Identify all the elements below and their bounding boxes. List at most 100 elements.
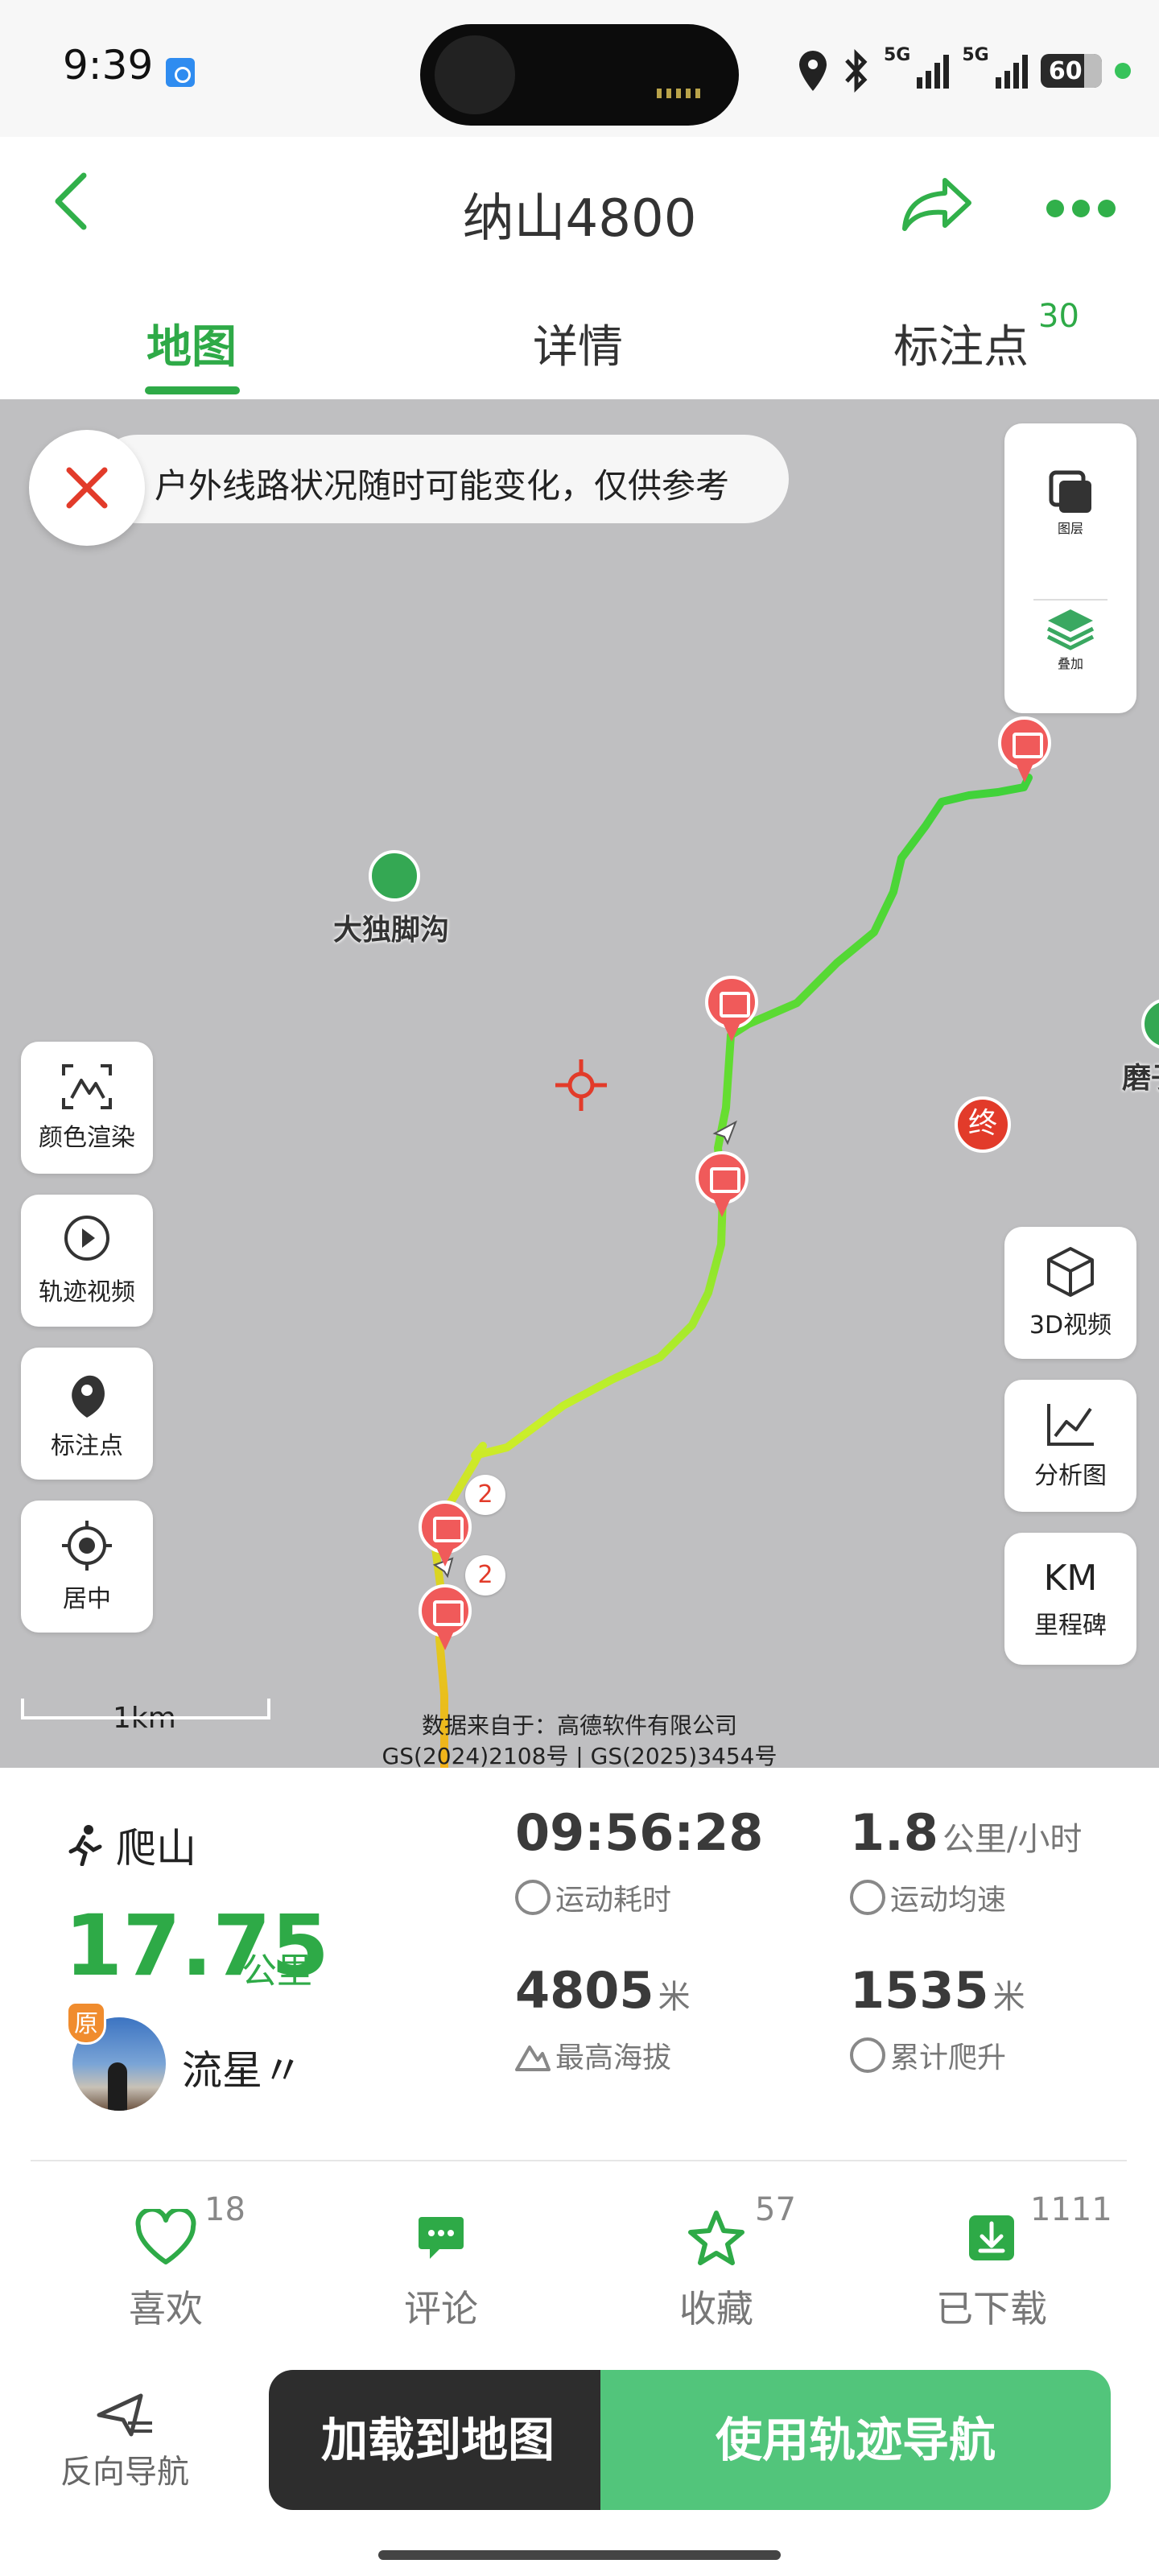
status-bar: 9:39 5G 5G 60 bbox=[0, 0, 1159, 137]
tab-waypoints[interactable]: 标注点 bbox=[893, 311, 1029, 376]
center-button[interactable]: 居中 bbox=[21, 1501, 153, 1633]
km-icon: KM bbox=[1043, 1557, 1098, 1599]
load-to-map-button[interactable]: 加载到地图 bbox=[269, 2370, 607, 2510]
waypoints-button[interactable]: 标注点 bbox=[21, 1348, 153, 1480]
tab-bar: 地图 详情 标注点 30 bbox=[0, 266, 1159, 399]
overlay-label: 叠加 bbox=[1057, 656, 1083, 671]
duration-label: 运动耗时 bbox=[555, 1884, 672, 1917]
close-icon bbox=[66, 467, 108, 509]
signal-icon bbox=[917, 53, 950, 89]
stats-divider bbox=[31, 2160, 1127, 2161]
waypoints-count-badge: 30 bbox=[1038, 298, 1079, 335]
like-count: 18 bbox=[204, 2191, 245, 2228]
layer-panel: 图层 叠加 bbox=[1004, 423, 1136, 713]
altitude-icon bbox=[515, 2046, 551, 2071]
track-video-button[interactable]: 轨迹视频 bbox=[21, 1195, 153, 1327]
max-altitude-unit: 米 bbox=[658, 1979, 691, 2016]
sport-type-label: 爬山 bbox=[116, 1825, 196, 1872]
climb-icon bbox=[850, 2037, 885, 2073]
stat-total-climb: 1535 米 累计爬升 bbox=[850, 1961, 1025, 2076]
reverse-nav-button[interactable]: 反向导航 bbox=[48, 2391, 201, 2492]
reverse-nav-label: 反向导航 bbox=[60, 2454, 189, 2491]
milestone-label: 里程碑 bbox=[1034, 1611, 1107, 1640]
color-render-button[interactable]: 颜色渲染 bbox=[21, 1042, 153, 1174]
poi-label-dadujiaogou[interactable]: 大独脚沟 bbox=[333, 906, 449, 948]
scale-bar bbox=[21, 1699, 270, 1719]
battery-icon: 60 bbox=[1040, 54, 1102, 88]
comment-label: 评论 bbox=[404, 2287, 478, 2330]
photo-pin[interactable] bbox=[419, 1501, 472, 1570]
notice-text: 户外线路状况随时可能变化，仅供参考 bbox=[155, 466, 730, 506]
nfc-icon bbox=[166, 58, 195, 87]
bluetooth-icon bbox=[845, 49, 868, 93]
download-button[interactable]: 1111 已下载 bbox=[927, 2191, 1112, 2333]
total-climb-label: 累计爬升 bbox=[890, 2041, 1007, 2074]
pin-count-badge: 2 bbox=[465, 1475, 505, 1515]
header: 纳山4800 bbox=[0, 137, 1159, 258]
heart-icon bbox=[135, 2209, 196, 2264]
notice-close-button[interactable] bbox=[29, 430, 145, 546]
milestone-button[interactable]: KM 里程碑 bbox=[1004, 1533, 1136, 1665]
like-button[interactable]: 18 喜欢 bbox=[101, 2191, 245, 2333]
3d-video-button[interactable]: 3D视频 bbox=[1004, 1227, 1136, 1359]
download-count: 1111 bbox=[1030, 2191, 1112, 2228]
media-thumbnail bbox=[435, 35, 515, 114]
favorite-button[interactable]: 57 收藏 bbox=[652, 2191, 796, 2333]
comment-icon bbox=[419, 2217, 464, 2259]
stat-max-altitude: 4805 米 最高海拔 bbox=[515, 1961, 691, 2076]
sport-type: 爬山 bbox=[66, 1816, 196, 1874]
end-marker[interactable]: 终 bbox=[955, 1096, 1011, 1153]
author-name[interactable]: 流星〃 bbox=[182, 2038, 303, 2096]
download-icon bbox=[969, 2215, 1014, 2260]
track-stats: 爬山 17.75 公里 原 流星〃 09:56:28 运动耗时 1.8 公里/小… bbox=[0, 1768, 1159, 2170]
analysis-button[interactable]: 分析图 bbox=[1004, 1380, 1136, 1512]
more-icon[interactable] bbox=[1046, 200, 1116, 219]
track-navigation-button[interactable]: 使用轨迹导航 bbox=[600, 2370, 1111, 2510]
page-title: 纳山4800 bbox=[462, 189, 697, 249]
photo-pin[interactable] bbox=[419, 1584, 472, 1653]
share-icon[interactable] bbox=[900, 175, 974, 233]
cube-icon bbox=[1047, 1247, 1094, 1297]
max-altitude-label: 最高海拔 bbox=[555, 2041, 672, 2074]
mountain-poi-icon[interactable] bbox=[369, 850, 420, 902]
stopwatch-icon bbox=[515, 1880, 551, 1915]
status-time: 9:39 bbox=[63, 42, 154, 89]
status-icons: 5G 5G 60 bbox=[797, 45, 1131, 97]
tab-active-indicator bbox=[145, 386, 240, 394]
overlay-stack-icon bbox=[1046, 609, 1095, 650]
poi-label-mozi[interactable]: 磨子 bbox=[1122, 1055, 1159, 1096]
tab-map[interactable]: 地图 bbox=[146, 311, 237, 376]
total-climb-unit: 米 bbox=[992, 1979, 1025, 2016]
favorite-label: 收藏 bbox=[679, 2287, 753, 2330]
pin-count-badge: 2 bbox=[465, 1555, 505, 1596]
tab-details[interactable]: 详情 bbox=[533, 311, 623, 376]
track-video-label: 轨迹视频 bbox=[39, 1278, 135, 1307]
speed-icon bbox=[850, 1880, 885, 1915]
favorite-count: 57 bbox=[755, 2191, 796, 2228]
map-license: GS(2024)2108号 | GS(2025)3454号 bbox=[382, 1743, 777, 1768]
photo-pin[interactable] bbox=[998, 716, 1051, 786]
stat-avg-speed: 1.8 公里/小时 运动均速 bbox=[850, 1803, 1082, 1918]
map-view[interactable]: 户外线路状况随时可能变化，仅供参考 图层 叠加 大独脚沟 磨子 终 2 2 颜色… bbox=[0, 399, 1159, 1768]
battery-level: 60 bbox=[1048, 56, 1083, 85]
network-type-2: 5G bbox=[962, 45, 989, 65]
crosshair-icon bbox=[555, 1059, 607, 1111]
waypoints-button-label: 标注点 bbox=[51, 1432, 123, 1460]
track-video-icon bbox=[64, 1216, 109, 1261]
stat-duration: 09:56:28 运动耗时 bbox=[515, 1803, 763, 1918]
layers-button[interactable]: 图层 bbox=[1004, 435, 1136, 572]
photo-pin[interactable] bbox=[705, 976, 758, 1045]
social-actions: 18 喜欢 评论 57 收藏 1111 已下载 bbox=[0, 2174, 1159, 2351]
photo-pin[interactable] bbox=[695, 1151, 749, 1220]
avg-speed-unit: 公里/小时 bbox=[942, 1821, 1083, 1858]
comment-button[interactable]: 评论 bbox=[377, 2206, 505, 2333]
avg-speed-label: 运动均速 bbox=[890, 1884, 1007, 1917]
duration-value: 09:56:28 bbox=[515, 1803, 764, 1862]
center-label: 居中 bbox=[63, 1585, 111, 1613]
track-route bbox=[431, 774, 1033, 1768]
original-badge: 原 bbox=[66, 2001, 106, 2045]
network-type-1: 5G bbox=[884, 45, 911, 65]
overlay-button[interactable]: 叠加 bbox=[1004, 570, 1136, 707]
color-render-icon bbox=[62, 1064, 112, 1109]
dynamic-island bbox=[420, 24, 739, 126]
